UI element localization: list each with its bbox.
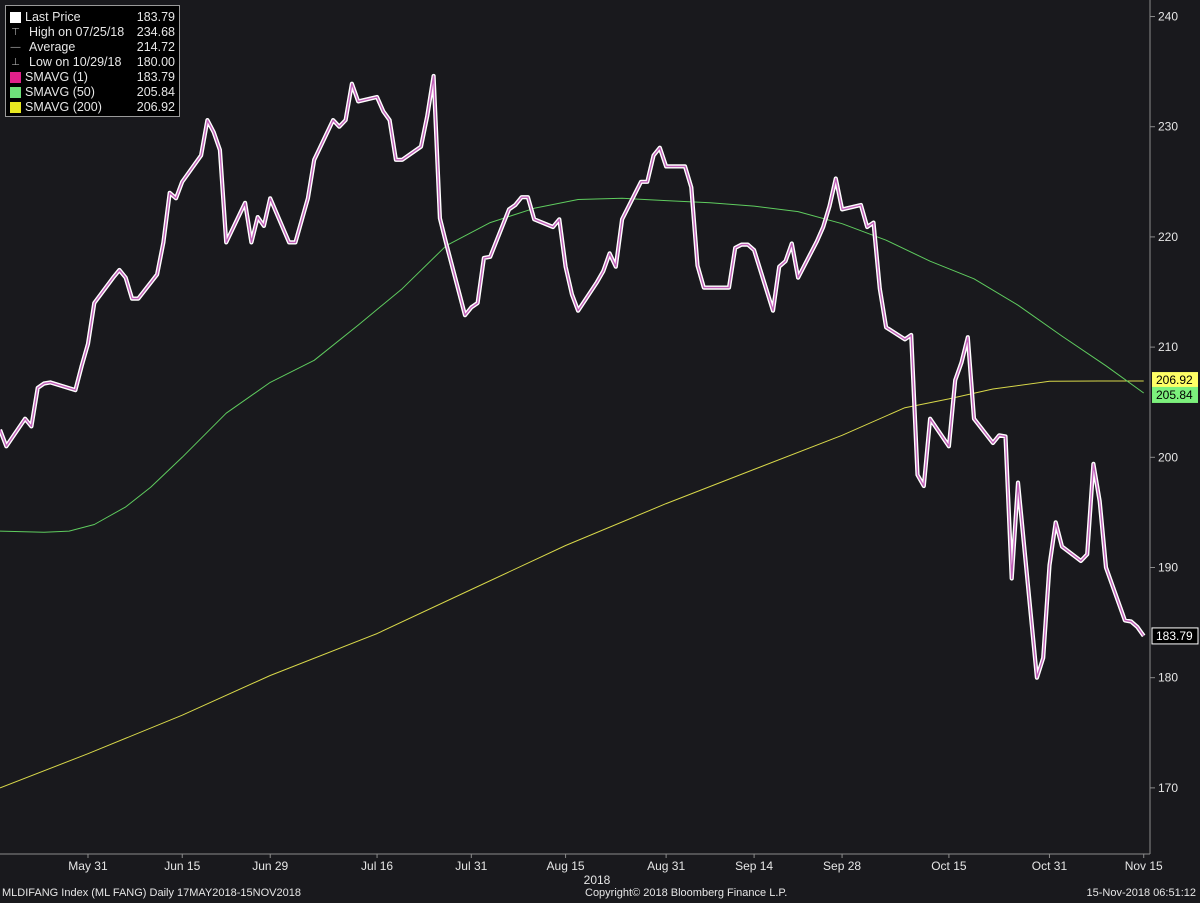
low-marker-icon: ⊥ [11,57,20,68]
legend-label: High on 07/25/18 [29,25,125,39]
last-value-tags: 206.92205.84 183.79 [1151,372,1199,645]
legend-row: ⊥ Low on 10/29/18 180.00 [10,55,175,70]
chart-canvas: 170 180 190 200 210 220 230 240 May 31 Jun 15 Jun … [0,0,1199,886]
legend-label: Average [29,40,76,54]
y-tick-label: 240 [1158,10,1178,24]
footer-bar: MLDIFANG Index (ML FANG) Daily 17MAY2018… [0,886,1200,903]
tag-label: 205.84 [1156,388,1193,402]
y-tick-label: 170 [1158,781,1178,795]
tag-label: 206.92 [1156,373,1193,387]
y-tick-label: 220 [1158,230,1178,244]
legend-value: 183.79 [136,10,175,24]
x-tick-label: Oct 15 [931,859,967,873]
legend-row: SMAVG (200) 206.92 [10,100,175,115]
legend-value: 214.72 [136,40,175,54]
legend-row: SMAVG (1) 183.79 [10,70,175,85]
x-tick-label: Jul 31 [455,859,487,873]
footer-timestamp: 15-Nov-2018 06:51:12 [1086,887,1196,899]
legend-row: SMAVG (50) 205.84 [10,85,175,100]
legend-row: Last Price 183.79 [10,10,175,25]
sma200-last-tag: 206.92 [1152,372,1198,389]
legend-label: SMAVG (200) [25,100,102,114]
high-marker-icon: ⊤ [11,27,20,38]
x-tick-label: Sep 28 [823,859,861,873]
sma50-last-tag: 205.84 [1152,386,1198,403]
legend-value: 183.79 [136,70,175,84]
legend-label: SMAVG (1) [25,70,88,84]
y-tick-label: 210 [1158,340,1178,354]
legend-row: ⊤ High on 07/25/18 234.68 [10,25,175,40]
sma200-line [0,380,1144,789]
x-year-label: 2018 [584,873,611,886]
legend-label: Last Price [25,10,81,24]
yellow-square-icon [10,102,21,113]
x-tick-label: Jun 29 [252,859,288,873]
price-last-tag: 183.79 [1151,627,1199,645]
axes: 170 180 190 200 210 220 230 240 May 31 Jun 15 Jun … [0,0,1178,886]
pink-square-icon [10,72,21,83]
x-tick-label: Oct 31 [1032,859,1068,873]
legend-row: — Average 214.72 [10,40,176,55]
y-tick-label: 190 [1158,560,1178,574]
legend-value: 234.68 [136,25,175,39]
x-tick-label: Jul 16 [361,859,393,873]
legend-value: 180.00 [136,55,175,69]
series-lines [0,73,1146,789]
legend-value: 206.92 [136,100,175,114]
x-tick-label: Nov 15 [1125,859,1163,873]
legend-box: Last Price 183.79 ⊤ High on 07/25/18 234.68—… [5,5,180,117]
x-tick-label: Aug 31 [647,859,685,873]
sma50-line [0,197,1144,533]
x-tick-label: Aug 15 [547,859,585,873]
legend-label: SMAVG (50) [25,85,95,99]
x-tick-label: Sep 14 [735,859,773,873]
white-square-icon [10,12,21,23]
y-tick-label: 200 [1158,450,1178,464]
y-tick-label: 180 [1158,671,1178,685]
legend-value: 205.84 [136,85,175,99]
footer-copyright: Copyright© 2018 Bloomberg Finance L.P. [585,887,788,899]
y-tick-label: 230 [1158,120,1178,134]
price-line-casing [0,73,1146,680]
average-marker-icon: — [10,42,21,53]
x-tick-label: Jun 15 [164,859,200,873]
legend-label: Low on 10/29/18 [29,55,122,69]
tag-label: 183.79 [1156,629,1193,643]
green-square-icon [10,87,21,98]
footer-security-info: MLDIFANG Index (ML FANG) Daily 17MAY2018… [2,887,301,899]
x-tick-label: May 31 [68,859,108,873]
